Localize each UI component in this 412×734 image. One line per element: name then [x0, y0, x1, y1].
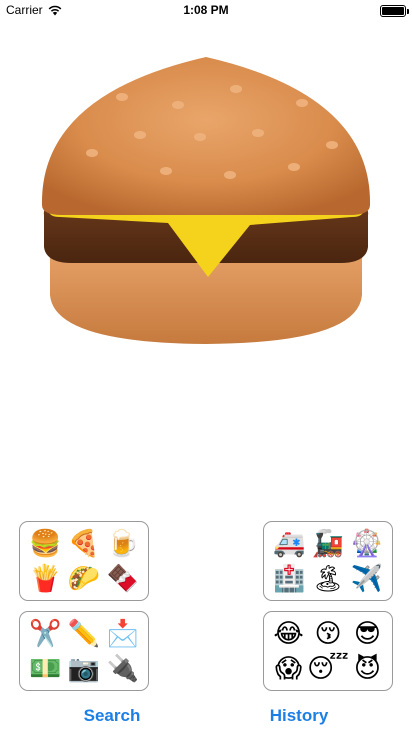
battery-icon: [380, 5, 409, 17]
dollar-emoji: 💵: [29, 653, 62, 684]
island-emoji: 🏝: [311, 563, 345, 594]
status-bar: Carrier 1:08 PM: [0, 0, 412, 22]
sleeping-emoji: 😴: [307, 653, 349, 684]
ambulance-emoji: 🚑: [273, 528, 306, 559]
hamburger-emoji: 🍔: [29, 528, 62, 559]
hamburger-icon: [41, 57, 371, 344]
airplane-emoji: ✈️: [350, 563, 383, 594]
status-time: 1:08 PM: [183, 3, 229, 17]
beer-emoji: 🍺: [106, 528, 139, 559]
pizza-emoji: 🍕: [67, 528, 101, 559]
sunglasses-emoji: 😎: [353, 618, 381, 649]
travel-emoji-tile[interactable]: 🚑 🚂 🎡 🏥 🏝 ✈️: [263, 521, 393, 601]
scissors-emoji: ✂️: [29, 618, 62, 649]
food-emoji-tile[interactable]: 🍔 🍕 🍺 🍟 🌮 🍫: [19, 521, 149, 601]
battery-fill: [382, 7, 404, 15]
history-tab[interactable]: History: [249, 706, 349, 726]
objects-emoji-tile[interactable]: ✂️ ✏️ 📩 💵 📷 🔌: [19, 611, 149, 691]
pencil-emoji: ✏️: [67, 618, 101, 649]
kissing-emoji: 😚: [314, 618, 342, 649]
camera-emoji: 📷: [67, 653, 101, 684]
devil-emoji: 😈: [353, 653, 381, 684]
train-emoji: 🚂: [311, 528, 345, 559]
ferris-wheel-emoji: 🎡: [350, 528, 383, 559]
screaming-emoji: 😱: [275, 653, 303, 684]
fries-emoji: 🍟: [29, 563, 62, 594]
plug-emoji: 🔌: [106, 653, 139, 684]
taco-emoji: 🌮: [67, 563, 101, 594]
search-tab[interactable]: Search: [62, 706, 162, 726]
chocolate-emoji: 🍫: [106, 563, 139, 594]
envelope-emoji: 📩: [106, 618, 139, 649]
faces-emoji-tile[interactable]: 😂 😚 😎 😱 😴 😈: [263, 611, 393, 691]
hospital-emoji: 🏥: [273, 563, 306, 594]
tears-of-joy-emoji: 😂: [273, 618, 304, 649]
